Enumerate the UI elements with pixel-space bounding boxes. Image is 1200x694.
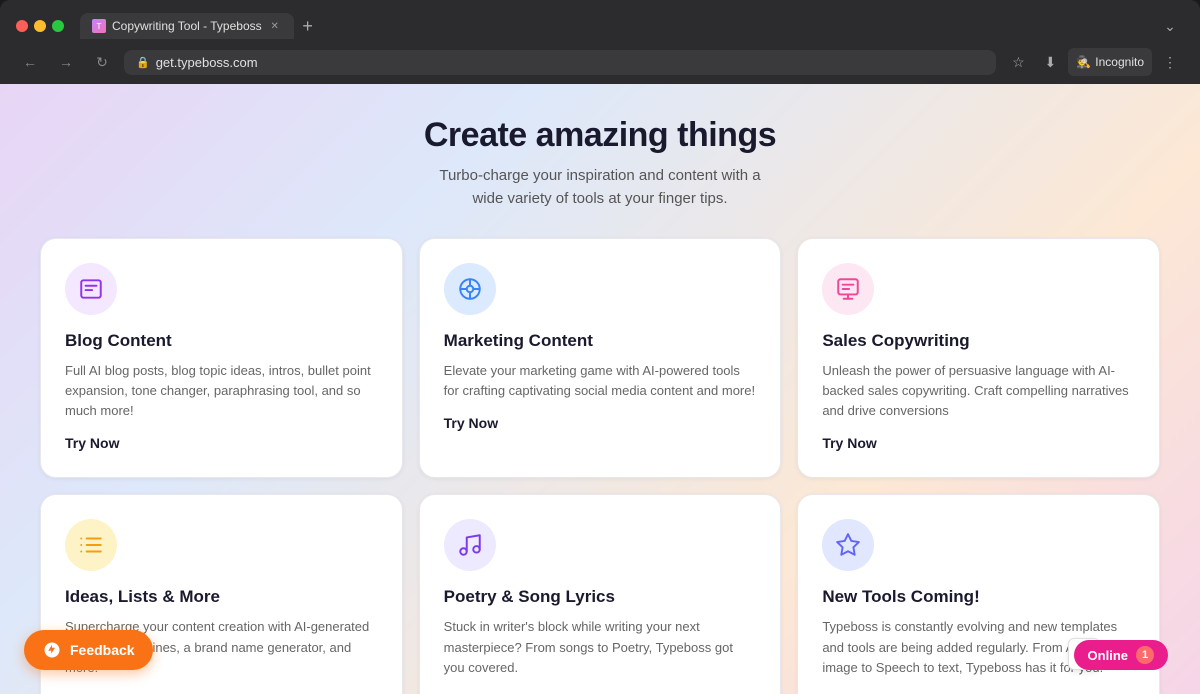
maximize-button[interactable] <box>52 20 64 32</box>
title-bar: T Copywriting Tool - Typeboss ✕ + ⌄ <box>0 0 1200 40</box>
tab-bar: T Copywriting Tool - Typeboss ✕ + <box>80 12 1148 40</box>
card-icon-wrap-new-tools <box>822 519 874 571</box>
browser-actions: ☆ ⬇ 🕵 Incognito ⋮ <box>1004 48 1184 76</box>
tab-favicon: T <box>92 19 106 33</box>
card-title-marketing: Marketing Content <box>444 331 757 351</box>
page-content: Create amazing things Turbo-charge your … <box>0 84 1200 694</box>
traffic-lights <box>16 20 64 32</box>
incognito-label: Incognito <box>1095 55 1144 69</box>
card-icon-wrap-poetry <box>444 519 496 571</box>
url-text: get.typeboss.com <box>156 55 258 70</box>
window-controls[interactable]: ⌄ <box>1156 12 1184 40</box>
tab-close-icon[interactable]: ✕ <box>268 19 282 33</box>
card-poetry-song[interactable]: Poetry & Song Lyrics Stuck in writer's b… <box>419 494 782 694</box>
page-subtitle: Turbo-charge your inspiration and conten… <box>40 165 1160 210</box>
card-icon-wrap-marketing <box>444 263 496 315</box>
download-icon[interactable]: ⬇ <box>1036 48 1064 76</box>
online-label: Online <box>1088 648 1128 663</box>
forward-button[interactable]: → <box>52 48 80 76</box>
close-button[interactable] <box>16 20 28 32</box>
page-title: Create amazing things <box>40 116 1160 155</box>
feedback-label: Feedback <box>70 642 135 658</box>
new-tab-button[interactable]: + <box>294 12 322 40</box>
card-sales-copywriting[interactable]: Sales Copywriting Unleash the power of p… <box>797 238 1160 478</box>
try-now-marketing[interactable]: Try Now <box>444 415 498 431</box>
address-bar-row: ← → ↻ 🔒 get.typeboss.com ☆ ⬇ 🕵 Incognito… <box>0 40 1200 84</box>
back-button[interactable]: ← <box>16 48 44 76</box>
poetry-song-icon <box>457 532 483 558</box>
new-tools-icon <box>835 532 861 558</box>
minimize-button[interactable] <box>34 20 46 32</box>
cards-grid: Blog Content Full AI blog posts, blog to… <box>40 238 1160 694</box>
card-desc-poetry: Stuck in writer's block while writing yo… <box>444 617 757 677</box>
card-icon-wrap-ideas <box>65 519 117 571</box>
page-header: Create amazing things Turbo-charge your … <box>40 116 1160 210</box>
sales-copywriting-icon <box>835 276 861 302</box>
try-now-sales[interactable]: Try Now <box>822 435 876 451</box>
refresh-button[interactable]: ↻ <box>88 48 116 76</box>
feedback-icon <box>42 640 62 660</box>
card-desc-marketing: Elevate your marketing game with AI-powe… <box>444 361 757 401</box>
card-title-new-tools: New Tools Coming! <box>822 587 1135 607</box>
card-blog-content[interactable]: Blog Content Full AI blog posts, blog to… <box>40 238 403 478</box>
online-count: 1 <box>1136 646 1154 664</box>
incognito-badge: 🕵 Incognito <box>1068 48 1152 76</box>
card-desc-blog: Full AI blog posts, blog topic ideas, in… <box>65 361 378 421</box>
more-options-icon[interactable]: ⋮ <box>1156 48 1184 76</box>
card-title-poetry: Poetry & Song Lyrics <box>444 587 757 607</box>
card-desc-sales: Unleash the power of persuasive language… <box>822 361 1135 421</box>
card-icon-wrap-blog <box>65 263 117 315</box>
address-bar[interactable]: 🔒 get.typeboss.com <box>124 50 996 75</box>
tab-title: Copywriting Tool - Typeboss <box>112 19 262 33</box>
card-title-sales: Sales Copywriting <box>822 331 1135 351</box>
card-marketing-content[interactable]: Marketing Content Elevate your marketing… <box>419 238 782 478</box>
try-now-blog[interactable]: Try Now <box>65 435 119 451</box>
browser-chrome: T Copywriting Tool - Typeboss ✕ + ⌄ ← → … <box>0 0 1200 84</box>
active-tab[interactable]: T Copywriting Tool - Typeboss ✕ <box>80 13 294 39</box>
feedback-button[interactable]: Feedback <box>24 630 153 670</box>
online-badge[interactable]: Online 1 <box>1074 640 1168 670</box>
card-title-ideas: Ideas, Lists & More <box>65 587 378 607</box>
marketing-content-icon <box>457 276 483 302</box>
ideas-lists-icon <box>78 532 104 558</box>
blog-content-icon <box>78 276 104 302</box>
feedback-svg-icon <box>43 641 61 659</box>
bookmark-icon[interactable]: ☆ <box>1004 48 1032 76</box>
incognito-icon: 🕵 <box>1076 55 1091 69</box>
card-icon-wrap-sales <box>822 263 874 315</box>
card-title-blog: Blog Content <box>65 331 378 351</box>
lock-icon: 🔒 <box>136 56 150 69</box>
